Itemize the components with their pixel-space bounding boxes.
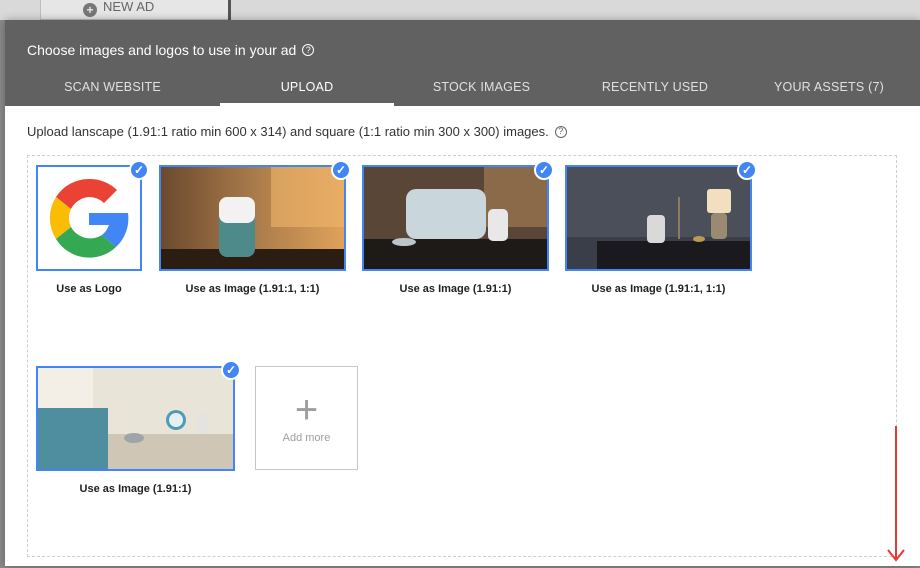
- dialog-title: Choose images and logos to use in your a…: [27, 42, 315, 58]
- selected-check-icon[interactable]: ✓: [331, 160, 351, 180]
- tab-stock-images[interactable]: STOCK IMAGES: [394, 67, 569, 106]
- image-thumbnail-4[interactable]: [36, 366, 235, 471]
- image-caption: Use as Image (1.91:1, 1:1): [185, 283, 320, 295]
- image-thumbnail-3[interactable]: [565, 165, 752, 271]
- dialog-title-text: Choose images and logos to use in your a…: [27, 42, 297, 58]
- upload-instruction: Upload lanscape (1.91:1 ratio min 600 x …: [27, 124, 567, 139]
- image-caption: Use as Logo: [56, 283, 122, 295]
- photo-bedside-image: [38, 368, 233, 469]
- image-thumbnail-1[interactable]: [159, 165, 346, 271]
- help-icon[interactable]: ?: [302, 44, 315, 56]
- tab-bar: SCAN WEBSITE UPLOAD STOCK IMAGES RECENTL…: [5, 67, 920, 106]
- selected-check-icon[interactable]: ✓: [221, 360, 241, 380]
- photo-speakers-image: [364, 167, 547, 269]
- new-ad-label: NEW AD: [103, 0, 155, 14]
- selected-check-icon[interactable]: ✓: [129, 160, 149, 180]
- image-caption: Use as Image (1.91:1): [79, 483, 192, 495]
- new-ad-button[interactable]: + NEW AD: [40, 0, 230, 20]
- add-more-label: Add more: [282, 432, 331, 444]
- selected-check-icon[interactable]: ✓: [737, 160, 757, 180]
- image-thumbnail-logo[interactable]: [36, 165, 142, 271]
- google-logo-icon: [49, 178, 129, 258]
- tab-upload[interactable]: UPLOAD: [220, 67, 394, 106]
- dialog-header: Choose images and logos to use in your a…: [5, 20, 920, 106]
- tab-scan-website[interactable]: SCAN WEBSITE: [5, 67, 220, 106]
- photo-speaker-lamp-image: [567, 167, 750, 269]
- image-picker-dialog: Choose images and logos to use in your a…: [5, 20, 920, 566]
- scroll-down-arrow-icon: [887, 426, 905, 562]
- background-divider: [228, 0, 231, 20]
- upload-instruction-text: Upload lanscape (1.91:1 ratio min 600 x …: [27, 124, 549, 139]
- photo-speaker-image: [161, 167, 344, 269]
- tab-recently-used[interactable]: RECENTLY USED: [569, 67, 741, 106]
- image-caption: Use as Image (1.91:1, 1:1): [591, 283, 726, 295]
- image-caption: Use as Image (1.91:1): [399, 283, 512, 295]
- plus-icon: +: [294, 388, 319, 432]
- plus-circle-icon: +: [83, 2, 97, 17]
- selected-check-icon[interactable]: ✓: [534, 160, 554, 180]
- help-icon[interactable]: ?: [554, 125, 567, 138]
- add-more-button[interactable]: + Add more: [255, 366, 358, 470]
- tab-your-assets[interactable]: YOUR ASSETS (7): [741, 67, 917, 106]
- image-thumbnail-2[interactable]: [362, 165, 549, 271]
